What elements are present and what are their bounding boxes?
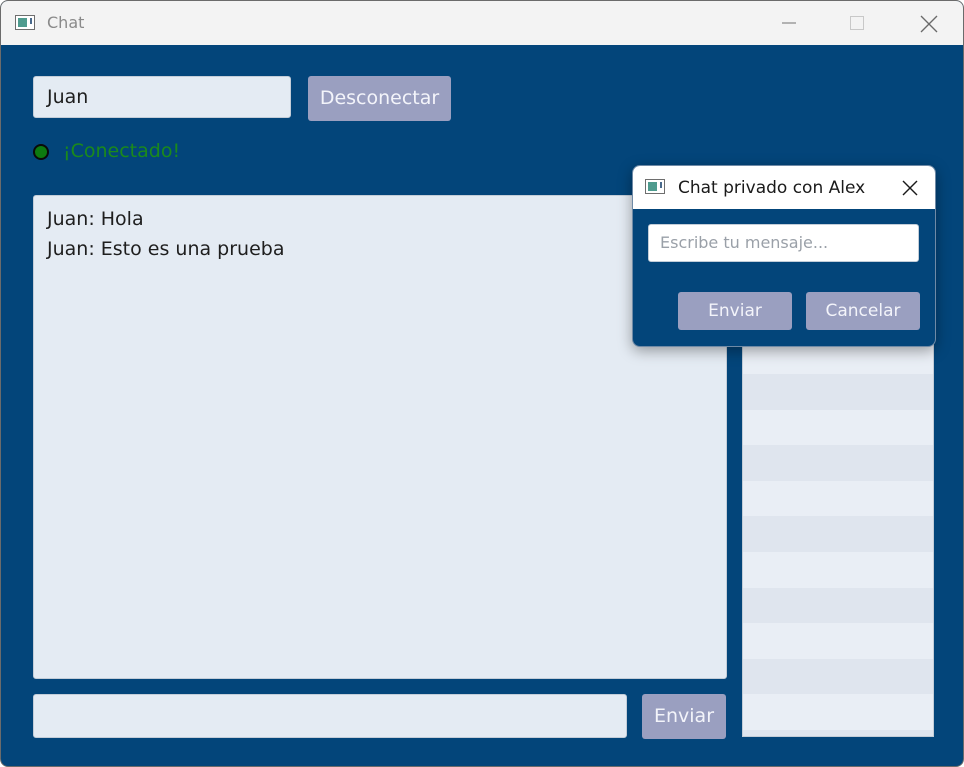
- minimize-icon: [782, 22, 796, 24]
- disconnect-button[interactable]: Desconectar: [308, 76, 451, 121]
- dialog-app-icon: [645, 179, 665, 194]
- messages-area[interactable]: Juan: Hola Juan: Esto es una prueba: [33, 195, 727, 679]
- dialog-close-button[interactable]: [895, 174, 925, 202]
- users-list-row[interactable]: [743, 551, 933, 588]
- app-icon: [15, 15, 35, 30]
- private-message-input[interactable]: Escribe tu mensaje...: [648, 224, 919, 262]
- users-list-row[interactable]: [743, 694, 933, 730]
- users-list-row[interactable]: [743, 729, 933, 736]
- users-list-row[interactable]: [743, 445, 933, 481]
- send-button[interactable]: Enviar: [642, 694, 726, 739]
- users-list-row[interactable]: [743, 373, 933, 410]
- close-icon: [920, 15, 938, 33]
- chat-window: Chat Juan Desconectar ¡Conectado! Juan: …: [0, 0, 964, 767]
- users-list-row[interactable]: [743, 480, 933, 517]
- message-line: Juan: Esto es una prueba: [47, 238, 285, 260]
- status-indicator-icon: [33, 144, 49, 160]
- minimize-button[interactable]: [766, 1, 812, 45]
- dialog-title-bar: Chat privado con Alex: [633, 166, 935, 209]
- users-list-row[interactable]: [743, 409, 933, 446]
- users-list-row[interactable]: [743, 516, 933, 552]
- private-send-button[interactable]: Enviar: [678, 292, 792, 330]
- message-input[interactable]: [33, 694, 627, 738]
- maximize-icon: [850, 16, 864, 30]
- users-list-row[interactable]: [743, 587, 933, 624]
- window-title: Chat: [47, 13, 85, 32]
- users-list-row[interactable]: [743, 623, 933, 659]
- close-icon: [902, 180, 918, 196]
- message-line: Juan: Hola: [47, 208, 144, 230]
- private-chat-dialog: Chat privado con Alex Escribe tu mensaje…: [632, 165, 936, 347]
- private-cancel-button[interactable]: Cancelar: [806, 292, 920, 330]
- title-bar: Chat: [1, 1, 963, 45]
- dialog-title: Chat privado con Alex: [678, 178, 866, 198]
- close-button[interactable]: [905, 1, 951, 45]
- status-text: ¡Conectado!: [63, 140, 181, 162]
- maximize-button[interactable]: [834, 1, 880, 45]
- username-field[interactable]: Juan: [33, 76, 291, 118]
- users-list-row[interactable]: [743, 658, 933, 695]
